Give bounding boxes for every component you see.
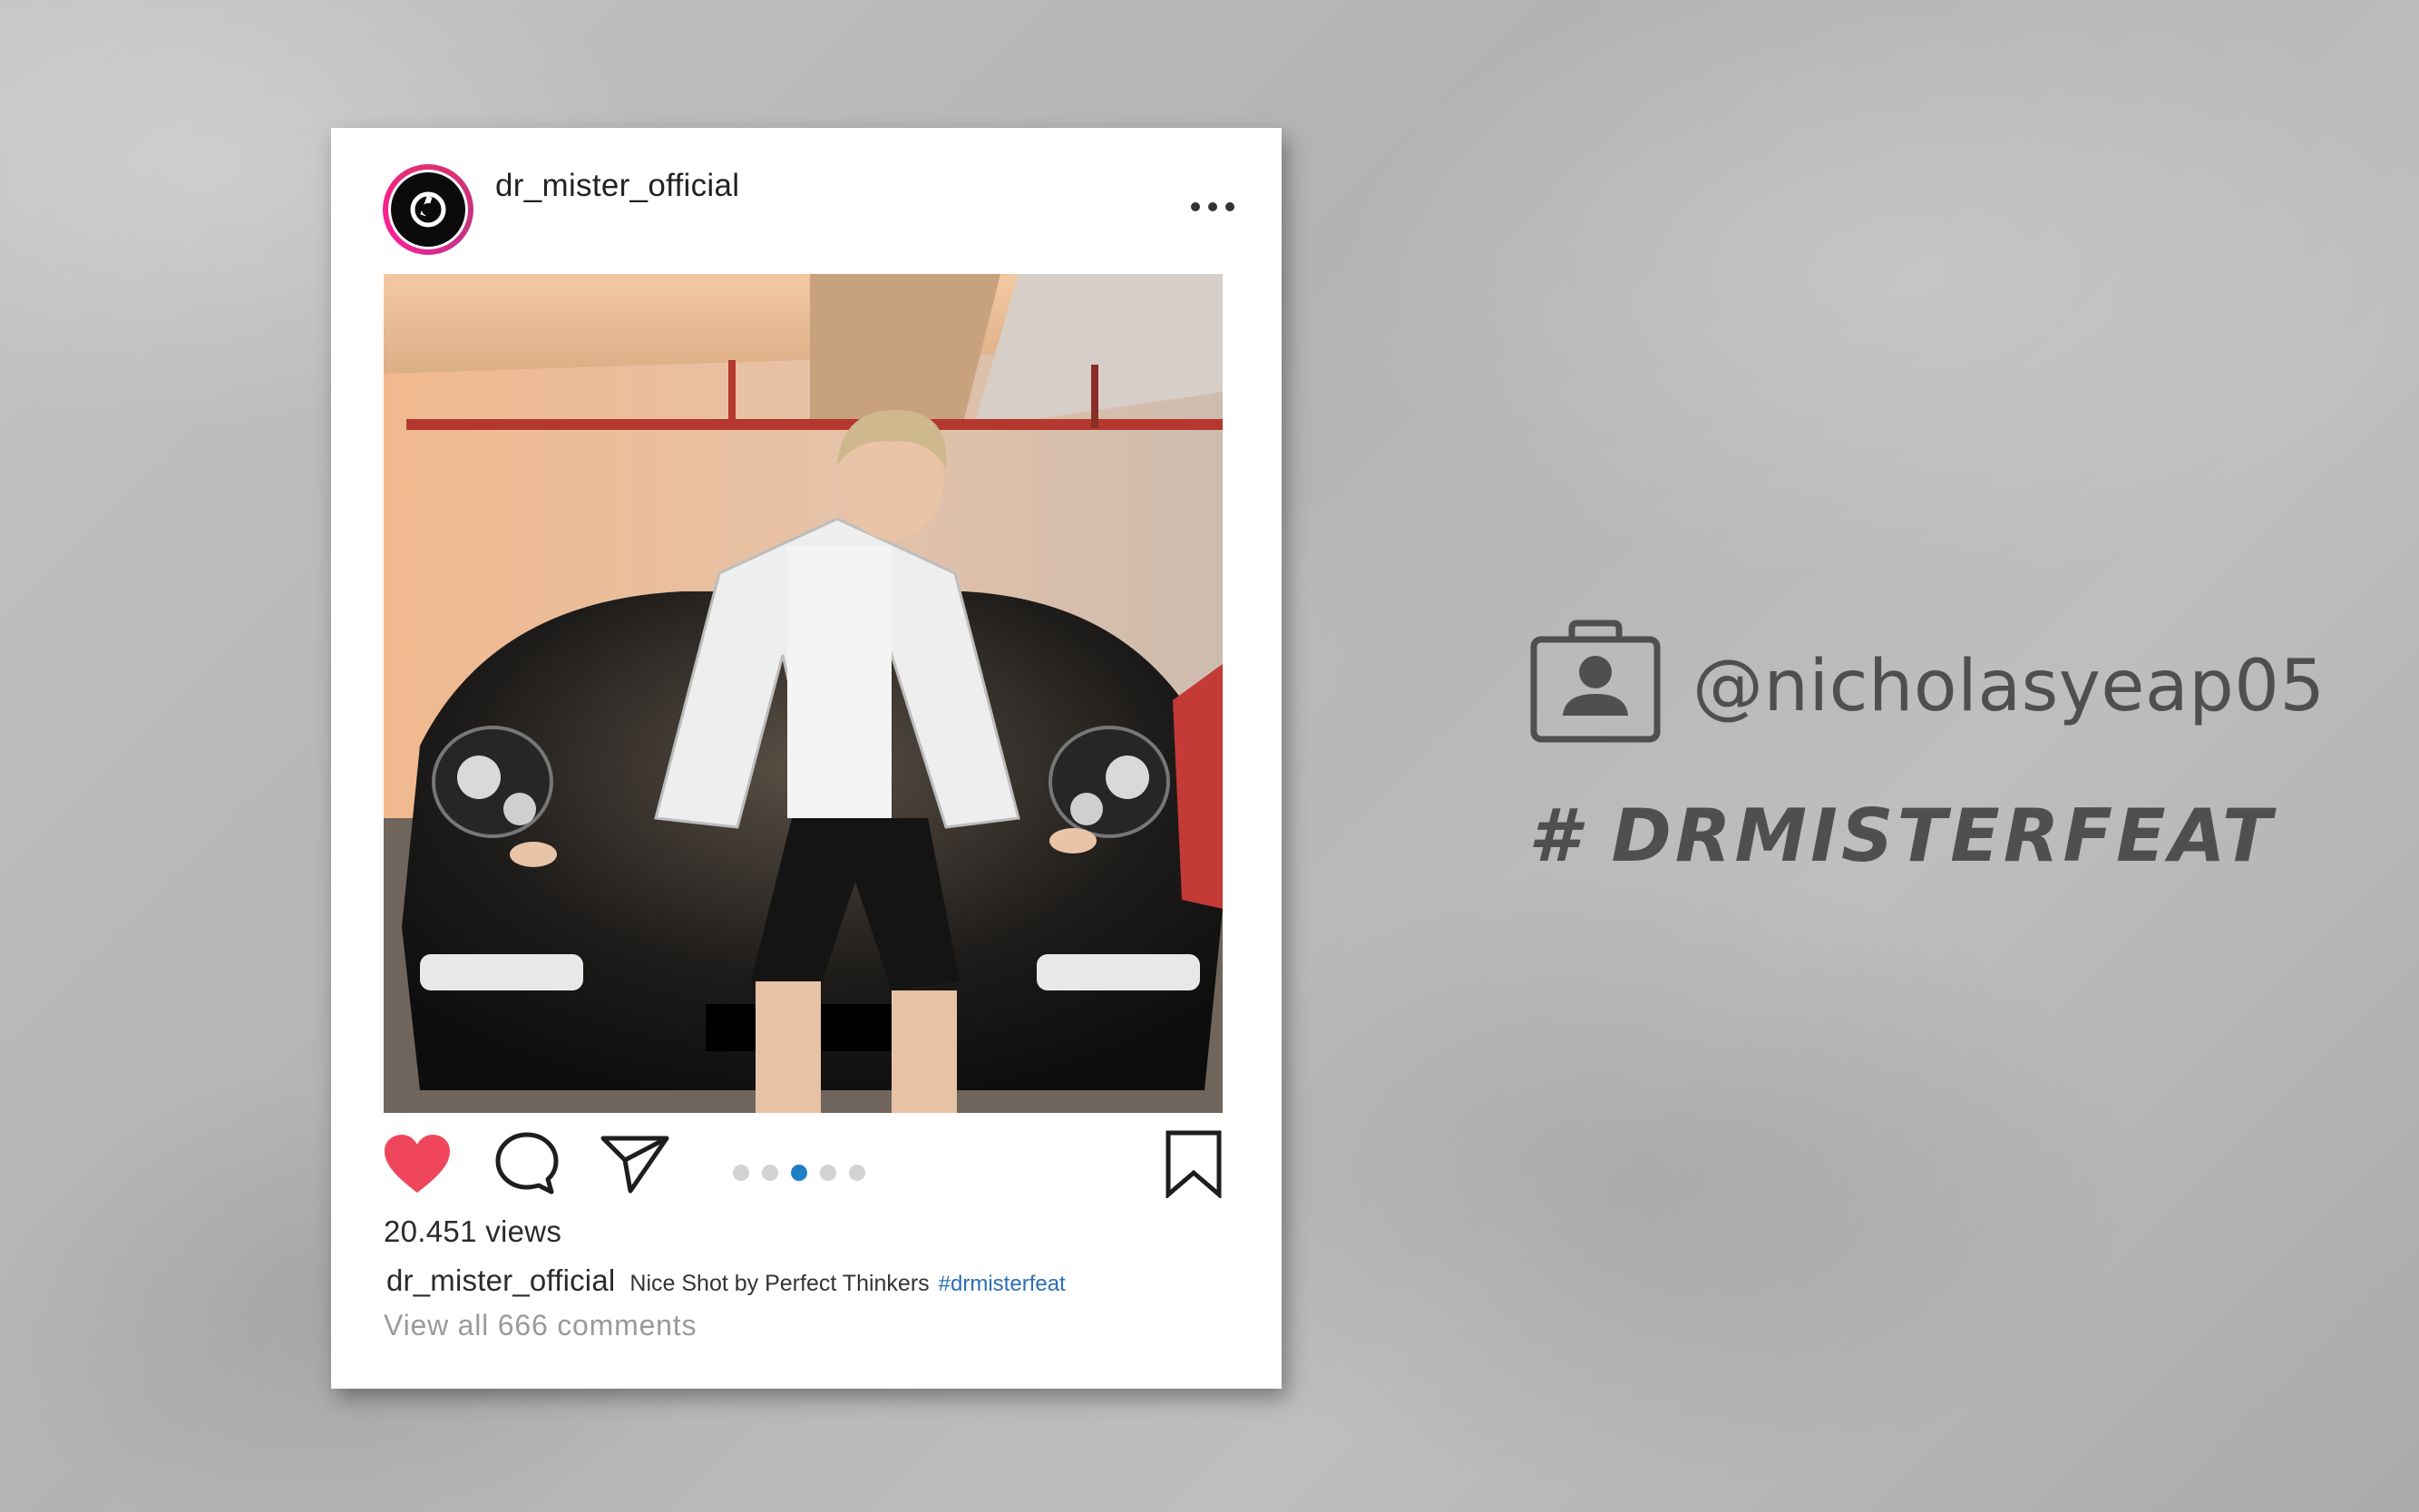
more-options-icon[interactable]	[1191, 200, 1234, 213]
post-card: dr_mister_official 20.451 views dr_miste…	[331, 128, 1282, 1389]
carousel-dot[interactable]	[733, 1165, 749, 1181]
caption-hashtag-link[interactable]: #drmisterfeat	[939, 1272, 1066, 1296]
carousel-dot[interactable]	[820, 1165, 836, 1181]
brand-logo-icon	[391, 172, 465, 247]
heart-icon[interactable]	[383, 1133, 452, 1196]
carousel-dot-active[interactable]	[791, 1165, 807, 1181]
side-hashtag: # DRMISTERFEAT	[1528, 794, 2276, 878]
view-all-comments-link[interactable]: View all 666 comments	[384, 1309, 697, 1342]
caption-text: Nice Shot by Perfect Thinkers	[629, 1271, 930, 1296]
comment-icon[interactable]	[494, 1131, 560, 1196]
view-count: 20.451 views	[384, 1214, 562, 1248]
caption: dr_mister_official Nice Shot by Perfect T…	[386, 1263, 1066, 1298]
post-username[interactable]: dr_mister_official	[495, 168, 739, 204]
caption-username[interactable]: dr_mister_official	[386, 1263, 615, 1297]
carousel-dot[interactable]	[849, 1165, 865, 1181]
carousel-dot[interactable]	[762, 1165, 778, 1181]
avatar[interactable]	[383, 164, 473, 255]
avatar-ring-gap	[388, 170, 468, 249]
carousel-indicator	[733, 1165, 865, 1181]
side-handle: @nicholasyeap05	[1692, 646, 2326, 727]
post-photo[interactable]	[384, 274, 1223, 1113]
share-icon[interactable]	[600, 1133, 670, 1195]
bookmark-icon[interactable]	[1164, 1129, 1224, 1200]
profile-card-icon	[1528, 619, 1663, 745]
